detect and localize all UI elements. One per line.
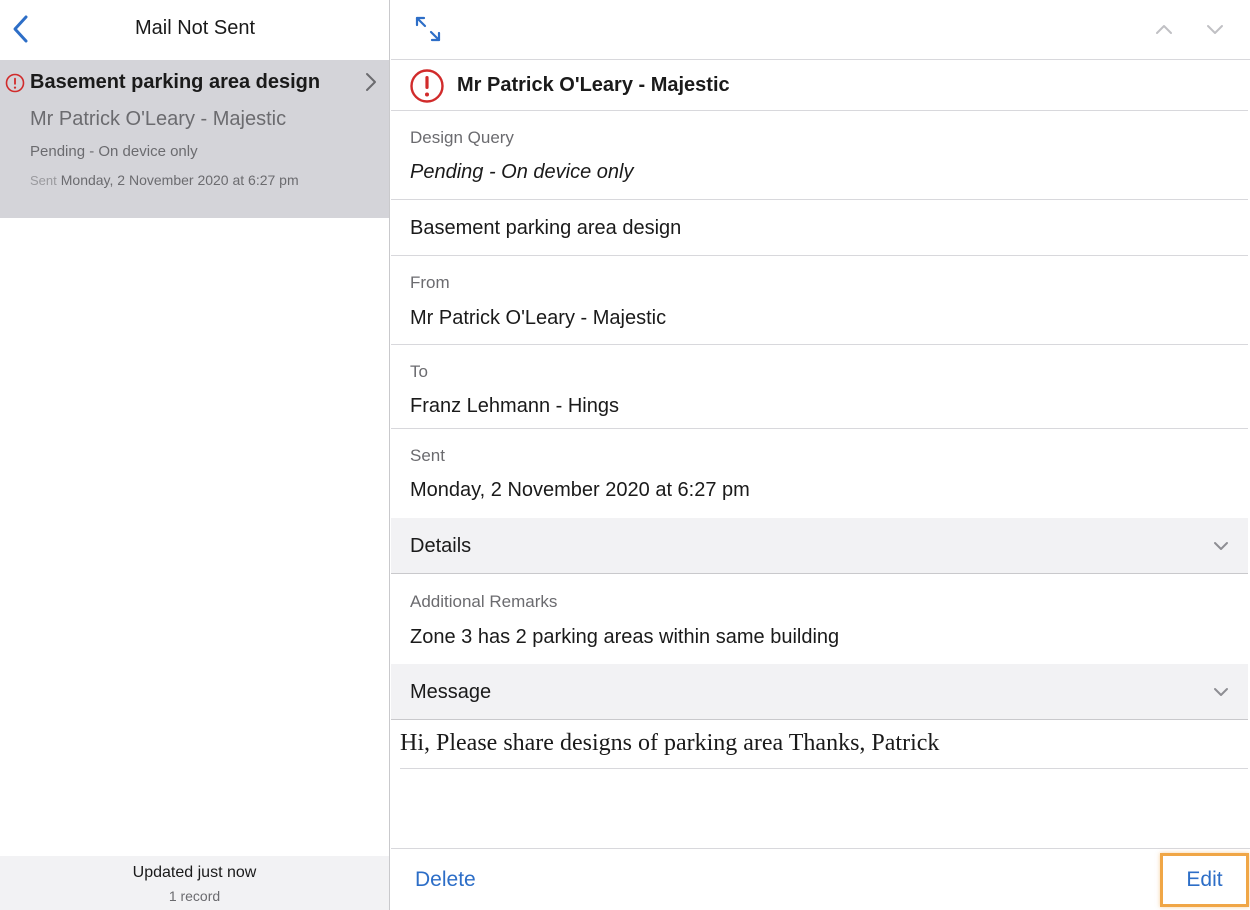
alert-circle-icon	[5, 73, 25, 93]
expand-icon[interactable]	[413, 14, 443, 44]
list-header: Mail Not Sent	[0, 0, 390, 60]
sent-label: Sent	[30, 173, 57, 188]
chevron-down-icon	[1214, 688, 1228, 696]
message-divider	[400, 768, 1248, 769]
subject-row: Basement parking area design	[391, 200, 1248, 256]
type-label: Design Query	[410, 128, 514, 147]
from-value: Mr Patrick O'Leary - Majestic	[410, 307, 667, 329]
updated-status: Updated just now	[132, 864, 257, 881]
chevron-right-icon	[366, 73, 376, 91]
remarks-label: Additional Remarks	[410, 592, 558, 611]
to-row: To Franz Lehmann - Hings	[391, 345, 1248, 429]
mail-status: Pending - On device only	[30, 143, 198, 160]
type-row: Design Query Pending - On device only	[391, 111, 1248, 200]
sent-row: Sent Monday, 2 November 2020 at 6:27 pm	[391, 429, 1248, 518]
message-section-title: Message	[410, 681, 492, 703]
sent-value: Monday, 2 November 2020 at 6:27 pm	[410, 479, 750, 501]
from-row: From Mr Patrick O'Leary - Majestic	[391, 256, 1248, 345]
alert-circle-icon	[410, 69, 444, 103]
type-status: Pending - On device only	[410, 161, 634, 183]
sent-label: Sent	[410, 446, 445, 465]
record-count: 1 record	[168, 888, 221, 904]
mail-list-item[interactable]: Basement parking area design Mr Patrick …	[0, 60, 389, 218]
details-section-title: Details	[410, 535, 472, 557]
mail-sent-row: Sent Monday, 2 November 2020 at 6:27 pm	[30, 172, 299, 188]
mail-detail-pane: Mr Patrick O'Leary - Majestic Design Que…	[391, 0, 1250, 910]
mail-subject: Basement parking area design	[30, 71, 321, 93]
details-section-header[interactable]: Details	[391, 518, 1248, 574]
list-footer: Updated just now 1 record	[0, 856, 389, 910]
detail-toolbar	[391, 0, 1250, 60]
to-value: Franz Lehmann - Hings	[410, 395, 619, 417]
chevron-down-icon[interactable]	[1204, 18, 1226, 40]
to-label: To	[410, 362, 428, 381]
edit-button[interactable]: Edit	[1160, 853, 1249, 907]
list-title: Mail Not Sent	[134, 17, 256, 39]
mail-list-pane: Mail Not Sent Basement parking area desi…	[0, 0, 390, 910]
message-body: Hi, Please share designs of parking area…	[400, 730, 940, 756]
detail-header: Mr Patrick O'Leary - Majestic	[391, 60, 1248, 111]
sent-date: Monday, 2 November 2020 at 6:27 pm	[60, 172, 299, 188]
chevron-down-icon	[1214, 542, 1228, 550]
message-section-header[interactable]: Message	[391, 664, 1248, 720]
from-label: From	[410, 273, 450, 292]
detail-sender-name: Mr Patrick O'Leary - Majestic	[457, 74, 730, 96]
remarks-value: Zone 3 has 2 parking areas within same b…	[410, 626, 840, 648]
detail-subject: Basement parking area design	[410, 217, 682, 239]
chevron-up-icon[interactable]	[1153, 18, 1175, 40]
mail-sender: Mr Patrick O'Leary - Majestic	[30, 108, 287, 130]
action-bar: Delete Edit	[391, 848, 1250, 910]
remarks-row: Additional Remarks Zone 3 has 2 parking …	[391, 575, 1248, 664]
delete-button[interactable]: Delete	[415, 868, 476, 892]
